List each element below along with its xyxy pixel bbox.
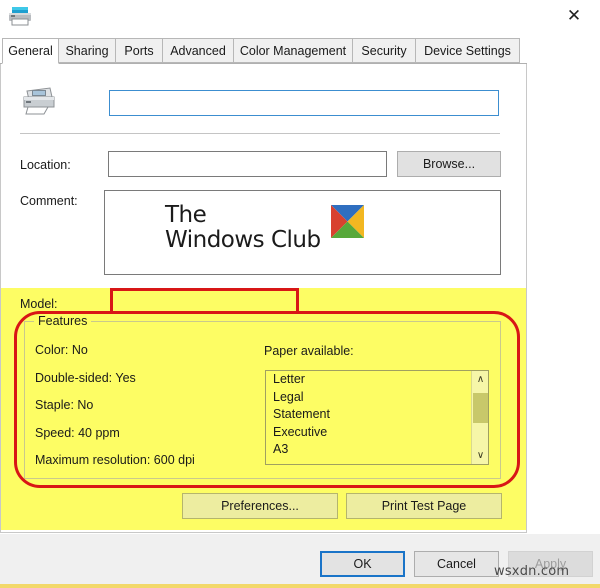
tab-color-management[interactable]: Color Management	[233, 38, 353, 63]
paper-available-listbox[interactable]: Letter Legal Statement Executive A3 ∧ ∨	[265, 370, 489, 465]
tab-advanced[interactable]: Advanced	[162, 38, 234, 63]
printer-properties-dialog: ✕ General Sharing Ports Advanced Color Manag…	[0, 0, 600, 588]
preferences-button[interactable]: Preferences...	[182, 493, 338, 519]
feature-item: Staple: No	[35, 398, 94, 412]
model-value	[112, 290, 297, 312]
scrollbar-thumb[interactable]	[473, 393, 488, 423]
tab-sharing[interactable]: Sharing	[58, 38, 116, 63]
feature-item: Speed: 40 ppm	[35, 426, 120, 440]
features-legend: Features	[34, 314, 92, 328]
tab-ports[interactable]: Ports	[115, 38, 163, 63]
feature-item: Double-sided: Yes	[35, 371, 136, 385]
comment-input[interactable]: The Windows Club	[104, 190, 501, 275]
paper-list-item[interactable]: Executive	[266, 424, 488, 442]
the-windows-club-logo: The Windows Club	[165, 204, 364, 252]
logo-line-2: Windows Club	[165, 227, 321, 253]
paper-scrollbar[interactable]: ∧ ∨	[471, 371, 488, 464]
location-input[interactable]	[108, 151, 387, 177]
close-icon[interactable]: ✕	[552, 0, 596, 32]
scroll-up-icon[interactable]: ∧	[472, 371, 488, 388]
feature-item: Color: No	[35, 343, 88, 357]
tab-device-settings[interactable]: Device Settings	[415, 38, 520, 63]
print-test-page-button[interactable]: Print Test Page	[346, 493, 502, 519]
printer-name-input[interactable]	[109, 90, 499, 116]
printer-large-icon	[20, 84, 58, 116]
title-bar: ✕	[0, 0, 600, 34]
paper-items: Letter Legal Statement Executive A3	[266, 371, 488, 459]
tab-security[interactable]: Security	[352, 38, 416, 63]
location-label: Location:	[20, 158, 71, 172]
logo-text: The Windows Club	[165, 204, 321, 252]
logo-line-1: The	[165, 202, 207, 228]
ok-button[interactable]: OK	[320, 551, 405, 577]
tab-strip: General Sharing Ports Advanced Color Managem…	[0, 38, 600, 64]
watermark: wsxdn.com	[494, 564, 570, 579]
bottom-strip	[0, 584, 600, 588]
paper-list-item[interactable]: Statement	[266, 406, 488, 424]
paper-list-item[interactable]: Legal	[266, 389, 488, 407]
feature-item: Maximum resolution: 600 dpi	[35, 453, 195, 467]
browse-button[interactable]: Browse...	[397, 151, 501, 177]
model-label: Model:	[20, 297, 58, 311]
separator-line	[20, 133, 500, 134]
paper-list-item[interactable]: A3	[266, 441, 488, 459]
paper-list-item[interactable]: Letter	[266, 371, 488, 389]
tab-general[interactable]: General	[2, 38, 59, 64]
comment-label: Comment:	[20, 194, 78, 208]
cancel-button[interactable]: Cancel	[414, 551, 499, 577]
paper-available-label: Paper available:	[264, 344, 354, 358]
printer-icon	[8, 5, 32, 27]
scroll-down-icon[interactable]: ∨	[472, 447, 488, 464]
logo-square-icon	[330, 205, 364, 238]
